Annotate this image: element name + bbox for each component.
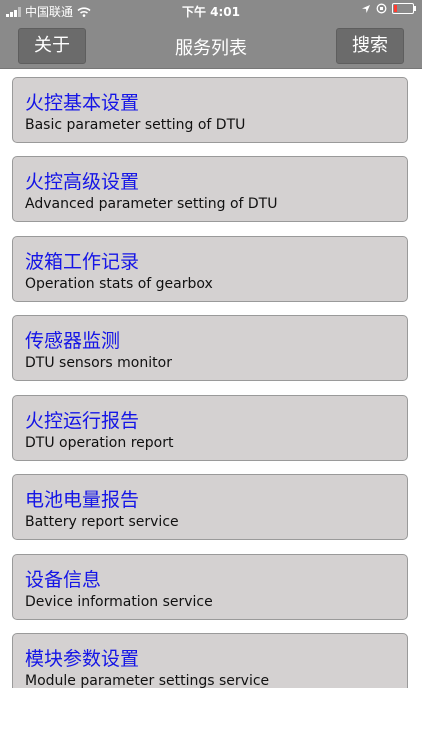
- list-item-operation-report[interactable]: 火控运行报告 DTU operation report: [12, 395, 408, 461]
- list-item-basic-settings[interactable]: 火控基本设置 Basic parameter setting of DTU: [12, 77, 408, 143]
- battery-icon: [392, 3, 416, 14]
- item-title: 火控基本设置: [25, 92, 140, 114]
- orientation-lock-icon: [376, 3, 387, 14]
- item-subtitle: Advanced parameter setting of DTU: [25, 196, 278, 212]
- item-subtitle: Module parameter settings service: [25, 673, 270, 688]
- list-item-sensor-monitor[interactable]: 传感器监测 DTU sensors monitor: [12, 315, 408, 381]
- status-time: 下午 4:01: [181, 5, 241, 19]
- list-item-battery-report[interactable]: 电池电量报告 Battery report service: [12, 474, 408, 540]
- list-item-advanced-settings[interactable]: 火控高级设置 Advanced parameter setting of DTU: [12, 156, 408, 222]
- list-item-module-settings[interactable]: 模块参数设置 Module parameter settings service: [12, 633, 408, 688]
- item-subtitle: Device information service: [25, 594, 213, 610]
- navigation-bar: 关于 服务列表 搜索: [0, 22, 422, 69]
- item-title: 火控运行报告: [25, 410, 140, 432]
- item-title: 传感器监测: [25, 330, 121, 352]
- item-subtitle: Operation stats of gearbox: [25, 276, 213, 292]
- status-right: [361, 3, 416, 14]
- item-subtitle: Basic parameter setting of DTU: [25, 117, 246, 133]
- list-item-device-info[interactable]: 设备信息 Device information service: [12, 554, 408, 620]
- item-title: 波箱工作记录: [25, 251, 140, 273]
- item-subtitle: DTU sensors monitor: [25, 355, 172, 371]
- item-subtitle: Battery report service: [25, 514, 179, 530]
- item-title: 电池电量报告: [25, 489, 140, 511]
- item-title: 设备信息: [25, 569, 102, 591]
- item-subtitle: DTU operation report: [25, 435, 174, 451]
- location-icon: [362, 4, 370, 13]
- service-list: 火控基本设置 Basic parameter setting of DTU 火控…: [0, 69, 422, 688]
- status-bar: 中国联通 下午 4:01: [0, 0, 422, 22]
- item-title: 火控高级设置: [25, 171, 140, 193]
- item-title: 模块参数设置: [25, 648, 140, 670]
- search-button[interactable]: 搜索: [336, 28, 404, 64]
- list-item-gearbox-records[interactable]: 波箱工作记录 Operation stats of gearbox: [12, 236, 408, 302]
